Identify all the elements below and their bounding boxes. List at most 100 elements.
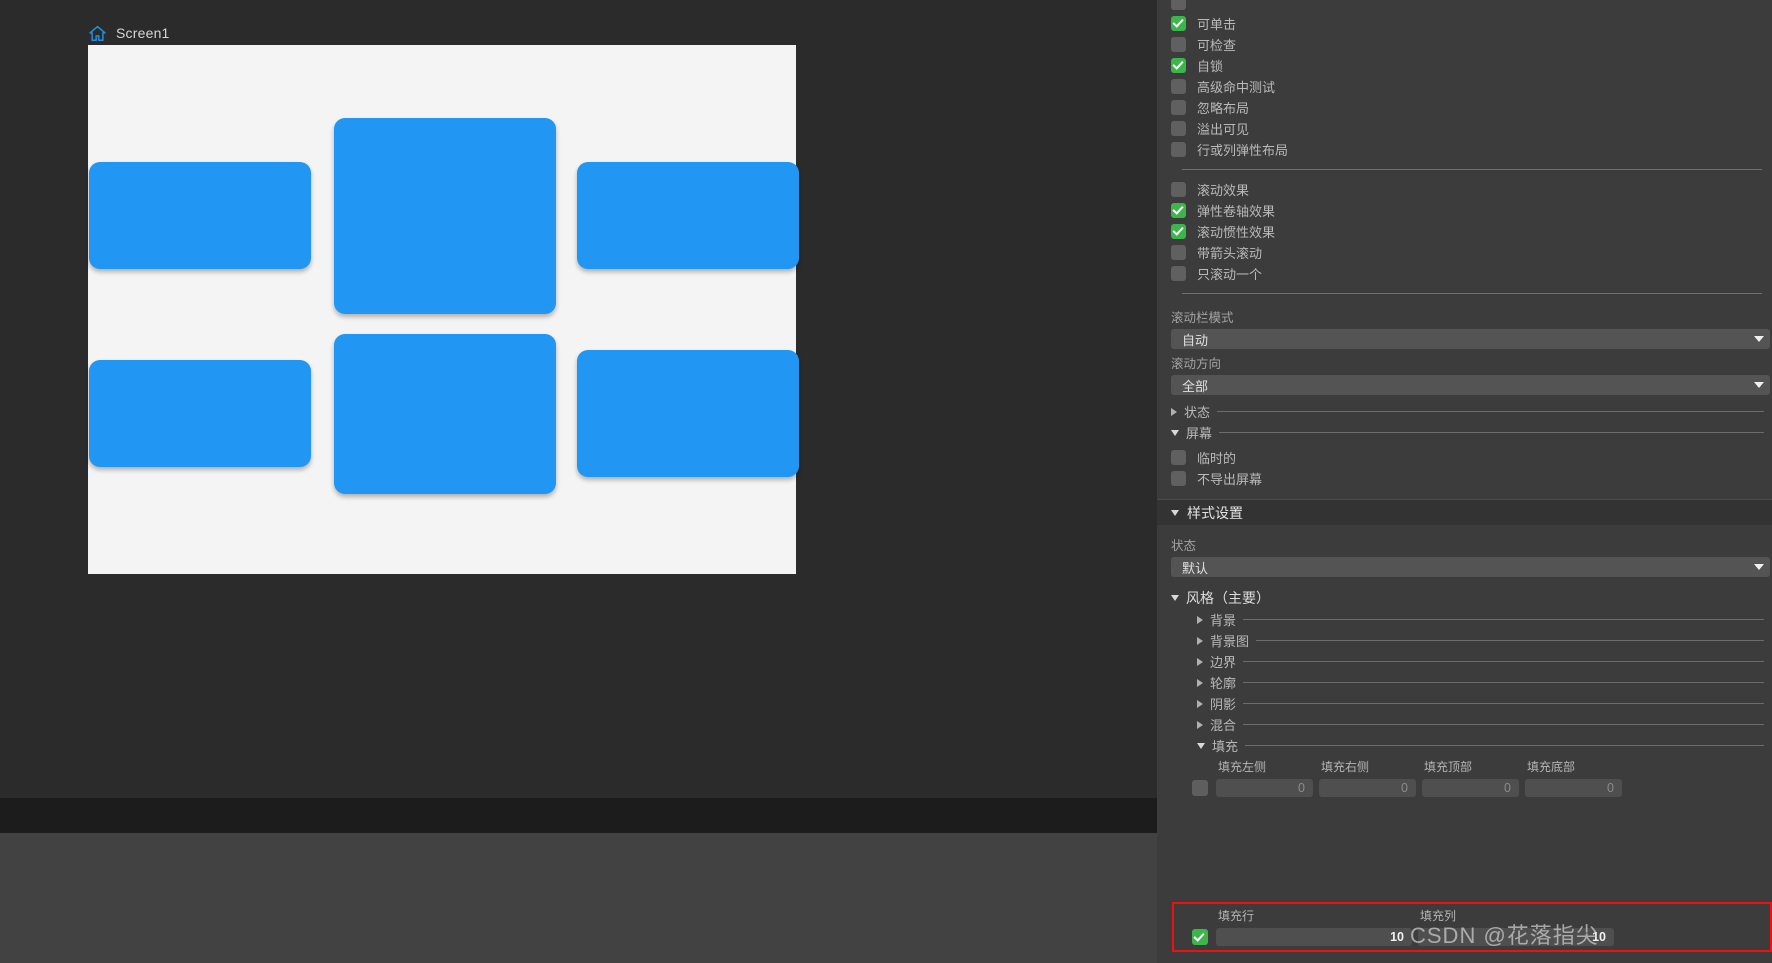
padding-field-0: 填充左侧 0	[1216, 758, 1313, 797]
padding-field-input[interactable]: 0	[1319, 779, 1416, 797]
clipped-checkbox-row[interactable]	[1157, 0, 1772, 13]
behavior-checkbox-1[interactable]: 可检查	[1157, 34, 1772, 55]
checkbox-box[interactable]	[1171, 100, 1186, 115]
checkbox-box[interactable]	[1171, 79, 1186, 94]
design-canvas[interactable]	[88, 45, 799, 574]
checkbox-box[interactable]	[1171, 450, 1186, 465]
chevron-right-icon	[1197, 636, 1203, 645]
canvas-card[interactable]	[89, 162, 311, 269]
behavior-checkbox-2[interactable]: 自锁	[1157, 55, 1772, 76]
home-icon	[89, 25, 106, 41]
style-subgroup-0[interactable]: 背景	[1157, 609, 1772, 630]
checkbox-box[interactable]	[1171, 266, 1186, 281]
behavior-checkbox-4[interactable]: 忽略布局	[1157, 97, 1772, 118]
group-state[interactable]: 状态	[1157, 401, 1772, 422]
checkbox-checked-icon[interactable]	[1192, 929, 1208, 945]
canvas-card[interactable]	[89, 360, 311, 467]
padding-field-3: 填充底部 0	[1525, 758, 1622, 797]
scroll-direction-label: 滚动方向	[1171, 357, 1222, 371]
padding-field-input[interactable]: 0	[1216, 779, 1313, 797]
scroll-checkbox-3[interactable]: 带箭头滚动	[1157, 242, 1772, 263]
editor-bottom-strip	[0, 833, 1157, 963]
chevron-right-icon	[1171, 407, 1177, 416]
gap-field-input[interactable]: 10	[1216, 928, 1412, 946]
checkbox-box[interactable]	[1171, 37, 1186, 52]
checkbox-checked-icon[interactable]	[1171, 16, 1186, 31]
checkbox-label: 不导出屏幕	[1197, 472, 1263, 487]
style-subgroup-2[interactable]: 边界	[1157, 651, 1772, 672]
rule	[1243, 703, 1764, 704]
scroll-checkbox-2[interactable]: 滚动惯性效果	[1157, 221, 1772, 242]
behavior-checkbox-0[interactable]: 可单击	[1157, 13, 1772, 34]
chevron-right-icon	[1197, 657, 1203, 666]
chevron-down-icon	[1754, 336, 1764, 342]
behavior-checkbox-3[interactable]: 高级命中测试	[1157, 76, 1772, 97]
style-subgroup-3[interactable]: 轮廓	[1157, 672, 1772, 693]
rule	[1217, 411, 1764, 412]
style-subgroup-5[interactable]: 混合	[1157, 714, 1772, 735]
rule	[1245, 745, 1764, 746]
scroll-checkbox-4[interactable]: 只滚动一个	[1157, 263, 1772, 284]
style-subgroup-6[interactable]: 填充	[1157, 735, 1772, 756]
canvas-card[interactable]	[334, 118, 556, 314]
checkbox-label: 溢出可见	[1197, 122, 1250, 137]
scrollbar-mode-field: 滚动栏模式 自动	[1157, 303, 1772, 349]
checkbox-label: 忽略布局	[1197, 101, 1250, 116]
checkbox-label: 临时的	[1197, 451, 1237, 466]
gap-field-label: 填充列	[1420, 909, 1457, 923]
checkbox-box[interactable]	[1171, 182, 1186, 197]
checkbox-box[interactable]	[1171, 471, 1186, 486]
group-screen[interactable]: 屏幕	[1157, 422, 1772, 443]
canvas-card[interactable]	[577, 162, 799, 269]
checkbox-box[interactable]	[1171, 245, 1186, 260]
checkbox-box[interactable]	[1171, 142, 1186, 157]
style-subgroup-1[interactable]: 背景图	[1157, 630, 1772, 651]
inspector-panel[interactable]: 可单击 可检查 自锁 高级命中测试忽略布局溢出可见行或列弹性布局 滚动效果弹性卷轴效果…	[1157, 0, 1772, 963]
behavior-checkbox-6[interactable]: 行或列弹性布局	[1157, 139, 1772, 160]
rule	[1243, 661, 1764, 662]
editor-bottom-bar	[0, 798, 1157, 833]
style-state-value: 默认	[1182, 560, 1209, 576]
editor-area: Screen1	[0, 0, 1157, 963]
checkbox-label: 弹性卷轴效果	[1197, 204, 1276, 219]
gap-field-label: 填充行	[1218, 909, 1255, 923]
screen-checkbox-0[interactable]: 临时的	[1157, 447, 1772, 468]
style-subgroup-label: 背景图	[1210, 634, 1250, 649]
canvas-card[interactable]	[577, 350, 799, 477]
padding-field-label: 填充左侧	[1218, 760, 1267, 774]
style-main-group-header[interactable]: 风格（主要）	[1157, 587, 1772, 609]
screen-title: Screen1	[116, 25, 170, 41]
rule	[1243, 724, 1764, 725]
checkbox-label: 滚动惯性效果	[1197, 225, 1276, 240]
style-state-select[interactable]: 默认	[1171, 557, 1770, 577]
style-subgroup-label: 混合	[1210, 718, 1237, 733]
padding-field-2: 填充顶部 0	[1422, 758, 1519, 797]
style-main-group-label: 风格（主要）	[1186, 590, 1270, 606]
style-settings-section-header[interactable]: 样式设置	[1157, 499, 1772, 525]
scrollbar-mode-select[interactable]: 自动	[1171, 329, 1770, 349]
checkbox-checked-icon[interactable]	[1171, 58, 1186, 73]
padding-field-input[interactable]: 0	[1525, 779, 1622, 797]
checkbox-checked-icon[interactable]	[1171, 203, 1186, 218]
checkbox-box[interactable]	[1171, 0, 1186, 10]
checkbox-label: 行或列弹性布局	[1197, 143, 1289, 158]
scroll-checkbox-group: 滚动效果弹性卷轴效果 滚动惯性效果带箭头滚动 只滚动一个	[1157, 179, 1772, 284]
scroll-checkbox-0[interactable]: 滚动效果	[1157, 179, 1772, 200]
row-col-enable-checkbox[interactable]	[1190, 928, 1210, 946]
highlighted-padding-row[interactable]: 填充行 10 填充列 10	[1172, 902, 1772, 952]
chevron-right-icon	[1197, 615, 1203, 624]
checkbox-box[interactable]	[1171, 121, 1186, 136]
scroll-checkbox-1[interactable]: 弹性卷轴效果	[1157, 200, 1772, 221]
scroll-direction-select[interactable]: 全部	[1171, 375, 1770, 395]
padding-field-input[interactable]: 0	[1422, 779, 1519, 797]
style-subgroup-4[interactable]: 阴影	[1157, 693, 1772, 714]
gap-field-input[interactable]: 10	[1418, 928, 1614, 946]
canvas-card[interactable]	[334, 334, 556, 494]
chevron-right-icon	[1197, 699, 1203, 708]
behavior-checkbox-5[interactable]: 溢出可见	[1157, 118, 1772, 139]
screen-checkbox-1[interactable]: 不导出屏幕	[1157, 468, 1772, 489]
divider	[1182, 169, 1762, 170]
checkbox-box[interactable]	[1192, 780, 1208, 796]
checkbox-checked-icon[interactable]	[1171, 224, 1186, 239]
padding-enable-checkbox[interactable]	[1190, 779, 1210, 797]
